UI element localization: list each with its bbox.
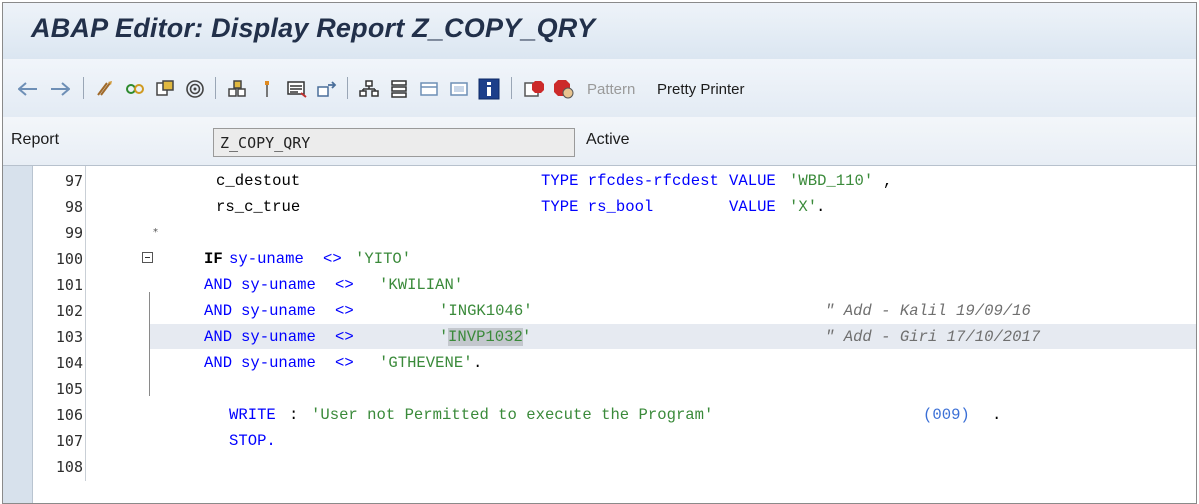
code-line: 98 rs_c_true TYPE rs_bool VALUE 'X' . bbox=[3, 192, 1196, 221]
report-status: Active bbox=[586, 131, 630, 148]
code-string: 'X' bbox=[789, 198, 818, 216]
forward-arrow-icon[interactable] bbox=[49, 76, 71, 102]
code-operator: <> bbox=[335, 328, 354, 346]
screen-icon[interactable] bbox=[417, 76, 441, 102]
display-change-icon[interactable] bbox=[123, 76, 147, 102]
code-token: c_destout bbox=[216, 172, 301, 190]
comment-marker: * bbox=[153, 227, 158, 238]
code-string: 'INGK1046' bbox=[439, 302, 533, 320]
line-number: 100 bbox=[55, 250, 83, 268]
code-token: sy-uname bbox=[241, 328, 316, 346]
code-token: sy-uname bbox=[241, 302, 316, 320]
help-icon[interactable] bbox=[447, 76, 471, 102]
code-line: 104 AND sy-uname <> 'GTHEVENE' . bbox=[3, 348, 1196, 377]
line-number: 103 bbox=[55, 328, 83, 346]
code-keyword: WRITE bbox=[229, 406, 276, 424]
code-token: . bbox=[992, 406, 1002, 424]
report-label: Report bbox=[11, 131, 60, 148]
report-name-field[interactable]: Z_COPY_QRY bbox=[213, 128, 575, 157]
code-token: sy-uname bbox=[241, 354, 316, 372]
code-keyword: AND bbox=[204, 328, 233, 346]
code-line: 108 bbox=[3, 452, 1196, 481]
code-operator: <> bbox=[335, 302, 354, 320]
window-title: ABAP Editor: Display Report Z_COPY_QRY bbox=[31, 13, 596, 43]
application-toolbar: Pattern Pretty Printer bbox=[3, 59, 1196, 117]
code-keyword: STOP. bbox=[229, 432, 276, 450]
line-number: 106 bbox=[55, 406, 83, 424]
line-number: 105 bbox=[55, 380, 83, 398]
code-token: VALUE bbox=[729, 198, 776, 216]
code-token: VALUE bbox=[729, 172, 776, 190]
line-number: 97 bbox=[64, 172, 83, 190]
code-token: . bbox=[816, 198, 826, 216]
code-string: 'KWILIAN' bbox=[379, 276, 464, 294]
code-line: 106 WRITE : 'User not Permitted to execu… bbox=[3, 400, 1196, 429]
title-bar: ABAP Editor: Display Report Z_COPY_QRY bbox=[3, 3, 1196, 59]
active-inactive-icon[interactable] bbox=[153, 76, 177, 102]
code-line: 100 IF sy-uname <> 'YITO' bbox=[3, 244, 1196, 273]
code-line: 97 c_destout TYPE rfcdes-rfcdest VALUE '… bbox=[3, 166, 1196, 195]
display-object-list-icon[interactable] bbox=[315, 76, 339, 102]
toolbar-separator bbox=[347, 77, 348, 99]
check-icon[interactable] bbox=[183, 76, 207, 102]
code-string: 'WBD_110' bbox=[789, 172, 874, 190]
toolbar-separator bbox=[215, 77, 216, 99]
report-header: Report Z_COPY_QRY Active bbox=[3, 117, 1196, 166]
abap-editor-window: ABAP Editor: Display Report Z_COPY_QRY P… bbox=[2, 2, 1197, 504]
line-number: 98 bbox=[64, 198, 83, 216]
code-line: 105 bbox=[3, 374, 1196, 403]
navigation-icon[interactable] bbox=[285, 76, 309, 102]
code-keyword: IF bbox=[204, 250, 223, 268]
toolbar-separator bbox=[511, 77, 512, 99]
code-line: 107 STOP. bbox=[3, 426, 1196, 455]
code-operator: <> bbox=[323, 250, 342, 268]
code-line: 102 AND sy-uname <> 'INGK1046' " Add - K… bbox=[3, 296, 1196, 325]
info-icon[interactable] bbox=[477, 76, 501, 102]
code-string: 'YITO' bbox=[355, 250, 412, 268]
fold-toggle-icon[interactable] bbox=[142, 252, 153, 263]
code-operator: <> bbox=[335, 354, 354, 372]
line-number: 108 bbox=[55, 458, 83, 476]
test-direct-icon[interactable] bbox=[225, 76, 249, 102]
line-number: 101 bbox=[55, 276, 83, 294]
code-string: 'User not Permitted to execute the Progr… bbox=[311, 406, 714, 424]
code-number: (009) bbox=[923, 406, 970, 424]
session-breakpoint-icon[interactable] bbox=[551, 76, 577, 102]
where-used-icon[interactable] bbox=[255, 76, 279, 102]
line-number: 107 bbox=[55, 432, 83, 450]
line-number: 99 bbox=[64, 224, 83, 242]
pattern-button[interactable]: Pattern bbox=[587, 76, 635, 102]
hierarchy-icon[interactable] bbox=[387, 76, 411, 102]
code-token: rs_c_true bbox=[216, 198, 301, 216]
toolbar-separator bbox=[83, 77, 84, 99]
enhance-icon[interactable] bbox=[357, 76, 381, 102]
line-number: 104 bbox=[55, 354, 83, 372]
code-token: sy-uname bbox=[229, 250, 304, 268]
code-comment: " Add - Kalil 19/09/16 bbox=[825, 302, 1031, 320]
back-arrow-icon[interactable] bbox=[17, 76, 39, 102]
code-keyword: AND bbox=[204, 276, 233, 294]
line-number: 102 bbox=[55, 302, 83, 320]
code-comment: " Add - Giri 17/10/2017 bbox=[825, 328, 1041, 346]
selected-text: INVP1032 bbox=[448, 328, 523, 346]
code-string: ' bbox=[522, 328, 532, 346]
code-token: sy-uname bbox=[241, 276, 316, 294]
code-token: TYPE rfcdes-rfcdest bbox=[541, 172, 719, 190]
code-token: : bbox=[289, 406, 299, 424]
code-keyword: AND bbox=[204, 354, 233, 372]
code-string: 'GTHEVENE' bbox=[379, 354, 473, 372]
code-token: , bbox=[883, 172, 893, 190]
pretty-printer-button[interactable]: Pretty Printer bbox=[657, 76, 745, 102]
code-token: TYPE rs_bool bbox=[541, 198, 654, 216]
code-operator: <> bbox=[335, 276, 354, 294]
breakpoint-icon[interactable] bbox=[521, 76, 547, 102]
code-line-current: 103 AND sy-uname <> ' INVP1032 ' " Add -… bbox=[3, 322, 1196, 351]
other-object-icon[interactable] bbox=[93, 76, 117, 102]
code-editor[interactable]: 97 c_destout TYPE rfcdes-rfcdest VALUE '… bbox=[3, 166, 1196, 503]
code-keyword: AND bbox=[204, 302, 233, 320]
code-line: 101 AND sy-uname <> 'KWILIAN' bbox=[3, 270, 1196, 299]
code-line: 99 * bbox=[3, 218, 1196, 247]
code-token: . bbox=[473, 354, 483, 372]
code-string: ' bbox=[439, 328, 449, 346]
